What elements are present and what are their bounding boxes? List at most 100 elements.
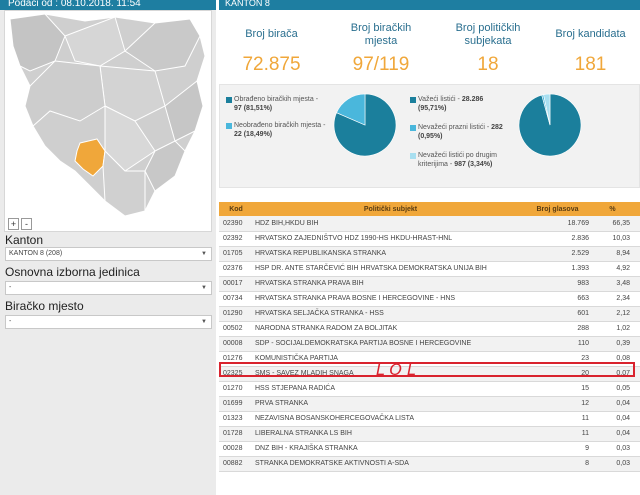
stat-value: 97/119 [352, 54, 410, 75]
table-row[interactable]: 01270 HSS STJEPANA RADIĆA 15 0,05 [219, 381, 640, 397]
stat-value: 18 [477, 54, 499, 75]
jedinica-label: Osnovna izborna jedinica [5, 265, 140, 279]
kanton-select[interactable]: KANTON 8 (208) ▼ [5, 247, 212, 261]
cell-subjekt: HRVATSKA STRANKA PRAVA BOSNE I HERCEGOVI… [249, 291, 526, 307]
stat-kandidati: Broj kandidata 181 [541, 12, 640, 80]
table-row[interactable]: 02376 HSP DR. ANTE STARČEVIĆ BIH HRVATSKA… [219, 261, 640, 277]
table-row[interactable]: 02392 HRVATSKO ZAJEDNIŠTVO HDZ 1990-HS HK… [219, 231, 640, 247]
table-row[interactable]: 02325 SMS - SAVEZ MLADIH SNAGA 20 0,07 [219, 366, 640, 382]
cell-subjekt: HRVATSKA SELJAČKA STRANKA - HSS [249, 306, 526, 322]
cell-pct: 0,08 [595, 351, 640, 367]
legend-unprocessed: Neobrađeno biračkih mjesta - 22 (18,49%) [234, 122, 326, 138]
legend-swatch [226, 97, 232, 103]
mjesto-label: Biračko mjesto [5, 299, 84, 313]
table-row[interactable]: 00882 STRANKA DEMOKRATSKE AKTIVNOSTI A-SD… [219, 456, 640, 472]
cell-glasova: 11 [526, 426, 595, 442]
cell-subjekt: STRANKA DEMOKRATSKE AKTIVNOSTI A-SDA [249, 456, 526, 472]
cell-glasova: 2.836 [526, 231, 595, 247]
jedinica-select[interactable]: - ▼ [5, 281, 212, 295]
cell-subjekt: DNZ BIH - KRAJIŠKA STRANKA [249, 441, 526, 457]
legend-blank: Nevažeći prazni listići - 282 (0,95%) [418, 124, 503, 140]
cell-kod: 02325 [219, 366, 249, 382]
cell-pct: 2,34 [595, 291, 640, 307]
chevron-down-icon: ▼ [201, 319, 207, 325]
cell-glasova: 15 [526, 381, 595, 397]
col-subjekt[interactable]: Politički subjekt [249, 202, 526, 216]
legend-other: Nevažeći listići po drugim kriterijima -… [418, 152, 497, 168]
cell-kod: 01728 [219, 426, 249, 442]
chevron-down-icon: ▼ [201, 285, 207, 291]
results-table: Kod Politički subjekt Broj glasova % 023… [219, 202, 640, 472]
zoom-in-button[interactable]: + [8, 218, 19, 230]
cell-kod: 00882 [219, 456, 249, 472]
cell-pct: 0,07 [595, 366, 640, 382]
cell-kod: 01699 [219, 396, 249, 412]
stat-label: Broj biračkih mjesta [350, 22, 412, 47]
stat-label: Broj kandidata [555, 28, 626, 40]
stat-mjesta: Broj biračkih mjesta 97/119 [331, 12, 431, 80]
cell-subjekt: HRVATSKO ZAJEDNIŠTVO HDZ 1990-HS HKDU-HR… [249, 231, 526, 247]
cell-glasova: 110 [526, 336, 595, 352]
cell-kod: 02390 [219, 216, 249, 232]
table-row[interactable]: 02390 HDZ BIH,HKDU BIH 18.769 66,35 [219, 216, 640, 232]
cell-pct: 0,04 [595, 396, 640, 412]
stats-row: Broj birača 72.875 Broj biračkih mjesta … [219, 12, 640, 80]
region-map[interactable] [4, 10, 212, 232]
legend-swatch [410, 153, 416, 159]
cell-kod: 01705 [219, 246, 249, 262]
pie-chart-stations [333, 93, 397, 157]
cell-kod: 02376 [219, 261, 249, 277]
legend-swatch [410, 97, 416, 103]
cell-subjekt: LIBERALNA STRANKA LS BIH [249, 426, 526, 442]
stat-value: 181 [574, 54, 607, 75]
cell-glasova: 601 [526, 306, 595, 322]
cell-glasova: 9 [526, 441, 595, 457]
legend-processed: Obrađeno biračkih mjesta - 97 (81,51%) [234, 96, 319, 112]
table-row[interactable]: 01705 HRVATSKA REPUBLIKANSKA STRANKA 2.529… [219, 246, 640, 262]
cell-kod: 00028 [219, 441, 249, 457]
mjesto-select-value: - [9, 318, 12, 325]
table-row[interactable]: 00734 HRVATSKA STRANKA PRAVA BOSNE I HERC… [219, 291, 640, 307]
cell-subjekt: NARODNA STRANKA RADOM ZA BOLJITAK [249, 321, 526, 337]
table-row[interactable]: 01276 KOMUNISTIČKA PARTIJA 23 0,08 [219, 351, 640, 367]
table-row[interactable]: 00017 HRVATSKA STRANKA PRAVA BIH 983 3,48 [219, 276, 640, 292]
charts-panel: Obrađeno biračkih mjesta - 97 (81,51%) N… [219, 84, 640, 188]
mjesto-select[interactable]: - ▼ [5, 315, 212, 329]
table-row[interactable]: 01323 NEZAVISNA BOSANSKOHERCEGOVAČKA LIST… [219, 411, 640, 427]
cell-kod: 01323 [219, 411, 249, 427]
cell-pct: 0,04 [595, 411, 640, 427]
cell-kod: 00017 [219, 276, 249, 292]
cell-glasova: 11 [526, 411, 595, 427]
cell-kod: 01276 [219, 351, 249, 367]
table-row[interactable]: 00008 SDP - SOCIJALDEMOKRATSKA PARTIJA BO… [219, 336, 640, 352]
cell-glasova: 18.769 [526, 216, 595, 232]
pie-chart-ballots [518, 93, 582, 157]
table-row[interactable]: 01699 PRVA STRANKA 12 0,04 [219, 396, 640, 412]
cell-pct: 8,94 [595, 246, 640, 262]
cell-glasova: 1.393 [526, 261, 595, 277]
table-row[interactable]: 01728 LIBERALNA STRANKA LS BIH 11 0,04 [219, 426, 640, 442]
cell-pct: 4,92 [595, 261, 640, 277]
legend-swatch [226, 123, 232, 129]
col-kod[interactable]: Kod [219, 202, 249, 216]
kanton-select-value: KANTON 8 (208) [9, 250, 63, 257]
bih-map-svg[interactable] [5, 11, 211, 231]
stat-subjekti: Broj političkih subjekata 18 [435, 12, 541, 80]
zoom-out-button[interactable]: - [21, 218, 32, 230]
cell-kod: 01290 [219, 306, 249, 322]
col-glasova[interactable]: Broj glasova [526, 202, 595, 216]
cell-pct: 3,48 [595, 276, 640, 292]
col-pct[interactable]: % [595, 202, 640, 216]
cell-subjekt: PRVA STRANKA [249, 396, 526, 412]
cell-subjekt: HRVATSKA STRANKA PRAVA BIH [249, 276, 526, 292]
cell-subjekt: HSP DR. ANTE STARČEVIĆ BIH HRVATSKA DEMO… [249, 261, 526, 277]
table-row[interactable]: 00502 NARODNA STRANKA RADOM ZA BOLJITAK 28… [219, 321, 640, 337]
table-row[interactable]: 01290 HRVATSKA SELJAČKA STRANKA - HSS 601 2… [219, 306, 640, 322]
cell-glasova: 2.529 [526, 246, 595, 262]
cell-kod: 00734 [219, 291, 249, 307]
table-row[interactable]: 00028 DNZ BIH - KRAJIŠKA STRANKA 9 0,03 [219, 441, 640, 457]
cell-kod: 01270 [219, 381, 249, 397]
cell-glasova: 983 [526, 276, 595, 292]
legend-swatch [410, 125, 416, 131]
cell-pct: 0,05 [595, 381, 640, 397]
